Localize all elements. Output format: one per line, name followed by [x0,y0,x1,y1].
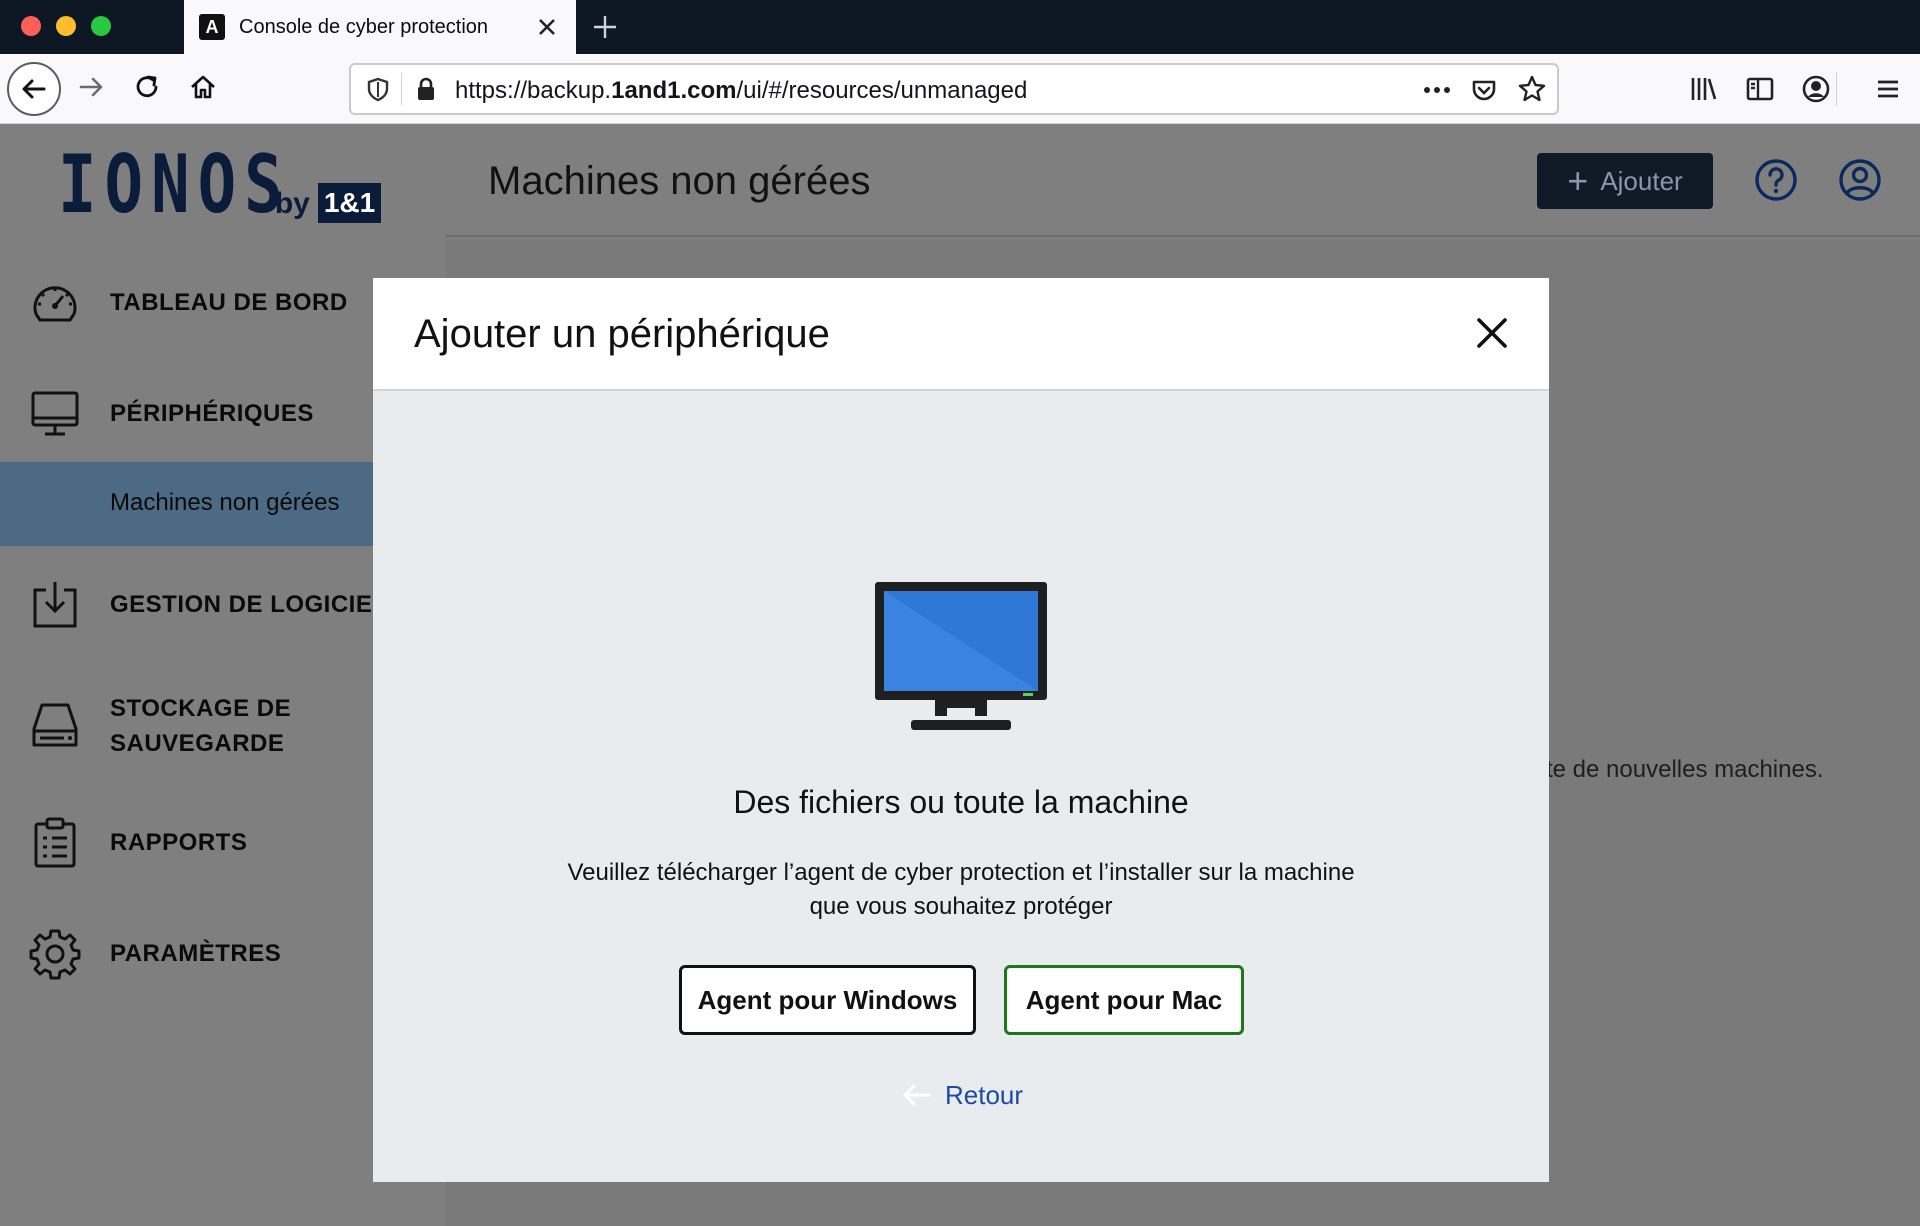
home-button[interactable] [180,64,226,110]
sidebar-item-label: STOCKAGE DE SAUVEGARDE [110,695,292,757]
close-icon[interactable] [1467,308,1517,358]
main-header: Machines non gérées + Ajouter [446,125,1920,237]
dashboard-gauge-icon [33,286,77,322]
home-icon [191,75,215,99]
minimize-window-button[interactable] [56,16,76,36]
user-profile-icon[interactable] [1837,157,1883,203]
clipboard-icon [34,817,76,868]
add-device-dialog: Ajouter un périphérique Des fichiers ou … [373,278,1549,1182]
reload-icon [136,75,158,98]
account-icon[interactable] [1801,74,1831,104]
add-button[interactable]: + Ajouter [1537,153,1713,209]
background-empty-message: te de nouvelles machines. [1546,756,1824,783]
sidebar-item-label: RAPPORTS [110,829,248,856]
tab-close-icon[interactable] [532,12,562,42]
back-link[interactable]: Retour [899,1078,1023,1112]
back-button[interactable] [7,62,61,116]
arrow-left-icon [903,1084,931,1106]
sidebar-item-label: GESTION DE LOGICIEL [110,591,388,618]
gear-icon [29,929,81,980]
dialog-description: Veuillez télécharger l’agent de cyber pr… [567,859,1355,920]
browser-tab[interactable]: A Console de cyber protection [184,0,576,54]
download-box-icon [33,582,77,628]
add-button-label: Ajouter [1600,165,1683,196]
browser-nav-bar: https://backup.1and1.com/ui/#/resources/… [0,54,1920,124]
bookmark-star-icon[interactable] [1517,74,1547,104]
hamburger-menu-icon[interactable] [1873,74,1903,104]
url-text: https://backup.1and1.com/ui/#/resources/… [455,77,1028,104]
monitor-icon [31,391,79,436]
close-window-button[interactable] [21,16,41,36]
back-link-label: Retour [945,1079,1024,1110]
mac-agent-button[interactable]: Agent pour Mac [1004,965,1244,1035]
new-tab-icon[interactable] [588,10,622,44]
pocket-icon[interactable] [1469,75,1499,105]
logo-text: IONOS [58,138,291,231]
arrow-right-icon [79,77,103,97]
ionos-logo[interactable]: IONOS by 1&1 [58,138,382,231]
sidebar-item-label: PARAMÈTRES [110,940,282,967]
desktop-computer-illustration [875,582,1047,730]
reload-button[interactable] [124,64,170,110]
url-separator [401,73,402,105]
drive-icon [32,703,78,747]
dialog-header: Ajouter un périphérique [373,278,1549,391]
help-icon[interactable] [1753,157,1799,203]
dialog-heading: Des fichiers ou toute la machine [733,784,1189,820]
logo-brand: 1&1 [317,183,382,223]
dialog-title: Ajouter un périphérique [414,312,830,356]
more-actions-icon[interactable] [1421,77,1453,103]
library-icon[interactable] [1689,74,1719,104]
sidebar-toggle-icon[interactable] [1745,74,1775,104]
maximize-window-button[interactable] [91,16,111,36]
page-title: Machines non gérées [488,159,871,203]
sidebar-subitem-label: Machines non gérées [110,489,340,516]
sidebar-item-label: TABLEAU DE BORD [110,289,348,316]
windows-agent-button[interactable]: Agent pour Windows [679,965,976,1035]
browser-tab-bar: A Console de cyber protection [0,0,1920,54]
tab-favicon-icon: A [199,14,225,40]
forward-button[interactable] [68,64,114,110]
tracking-shield-icon[interactable] [365,76,391,102]
arrow-left-icon [22,79,46,99]
url-bar[interactable]: https://backup.1and1.com/ui/#/resources/… [349,63,1559,115]
plus-icon: + [1567,160,1589,201]
toolbar-divider [1836,72,1837,106]
sidebar-item-label: PÉRIPHÉRIQUES [110,400,314,427]
lock-icon[interactable] [413,76,439,102]
tab-title: Console de cyber protection [239,15,489,38]
